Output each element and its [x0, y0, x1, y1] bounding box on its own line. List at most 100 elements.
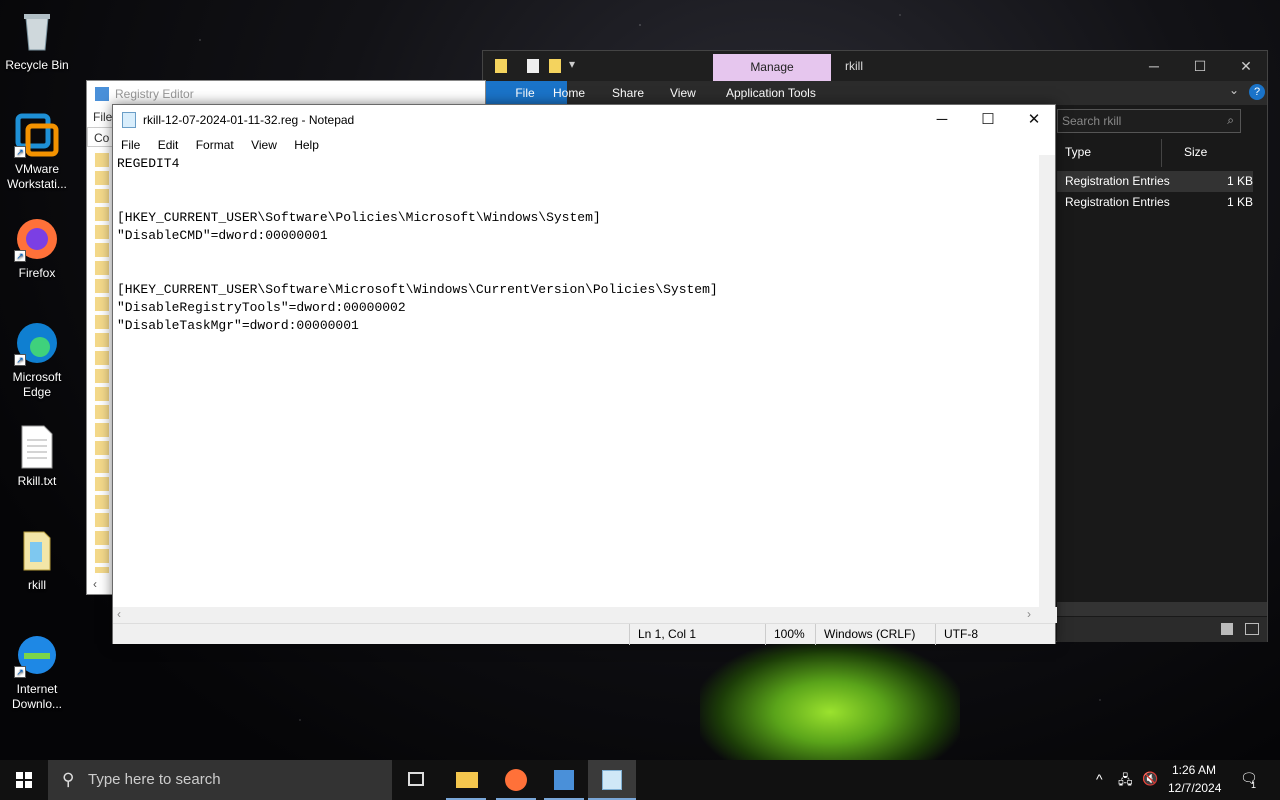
- registry-editor-icon: [95, 87, 109, 101]
- desktop-icon-rkill[interactable]: rkill: [4, 528, 70, 593]
- notepad-window[interactable]: rkill-12-07-2024-01-11-32.reg - Notepad …: [112, 104, 1057, 645]
- search-icon: ⚲: [62, 770, 75, 789]
- desktop-icon-vmware[interactable]: ↗ VMware Workstati...: [4, 112, 70, 192]
- file-row[interactable]: Registration Entries 1 KB: [1057, 192, 1253, 213]
- status-zoom: 100%: [765, 624, 815, 645]
- chevron-up-icon[interactable]: ^: [1096, 771, 1103, 787]
- internet-download-manager-icon: ↗: [14, 632, 60, 678]
- menu-help[interactable]: Help: [286, 135, 325, 155]
- explorer-titlebar: ▾ Manage rkill ─ ☐ ✕: [483, 51, 1267, 81]
- folder-icon: [456, 772, 478, 788]
- clock-time[interactable]: 1:26 AM: [1172, 763, 1216, 777]
- notepad-status-bar: Ln 1, Col 1 100% Windows (CRLF) UTF-8: [113, 623, 1055, 645]
- desktop-icon-label: Microsoft Edge: [12, 370, 62, 399]
- status-cursor-position: Ln 1, Col 1: [629, 624, 763, 645]
- scroll-left-icon[interactable]: ‹: [93, 577, 97, 591]
- desktop-icon-firefox[interactable]: ↗ Firefox: [4, 216, 70, 281]
- help-icon[interactable]: ?: [1249, 84, 1265, 100]
- firefox-icon: [505, 769, 527, 791]
- desktop-icon-rkill-txt[interactable]: Rkill.txt: [4, 424, 70, 489]
- notepad-icon: [122, 112, 136, 128]
- taskbar-notepad[interactable]: [588, 760, 636, 800]
- close-icon[interactable]: ✕: [1223, 51, 1269, 81]
- explorer-status-bar: [1057, 617, 1267, 642]
- taskbar-firefox[interactable]: [492, 760, 540, 800]
- status-encoding: UTF-8: [935, 624, 1053, 645]
- notepad-titlebar: rkill-12-07-2024-01-11-32.reg - Notepad …: [113, 105, 1055, 135]
- desktop-icon-label: Rkill.txt: [17, 474, 57, 488]
- clock-date[interactable]: 12/7/2024: [1168, 781, 1221, 795]
- shortcut-arrow-icon: ↗: [14, 250, 26, 262]
- wallpaper-tent-glow: [700, 640, 960, 760]
- menu-format[interactable]: Format: [188, 135, 240, 155]
- ribbon-tab-share[interactable]: Share: [612, 86, 644, 100]
- status-line-ending: Windows (CRLF): [815, 624, 935, 645]
- horizontal-scrollbar[interactable]: ‹ ›: [113, 607, 1057, 623]
- ribbon-tab-view[interactable]: View: [670, 86, 696, 100]
- notepad-menubar: File Edit Format View Help: [113, 135, 1055, 155]
- notepad-icon: [602, 770, 622, 790]
- shortcut-arrow-icon: ↗: [14, 354, 26, 366]
- windows-logo-icon: [16, 772, 32, 788]
- explorer-search-input[interactable]: Search rkill ⌕: [1057, 109, 1241, 133]
- menu-view[interactable]: View: [243, 135, 283, 155]
- desktop-icon-recycle-bin[interactable]: Recycle Bin: [4, 8, 70, 73]
- desktop-icon-label: Recycle Bin: [5, 58, 69, 72]
- ribbon-tab-application-tools[interactable]: Application Tools: [726, 86, 816, 100]
- vmware-icon: ↗: [14, 112, 60, 158]
- desktop-icon-label: VMware Workstati...: [7, 162, 67, 191]
- scroll-right-icon[interactable]: ›: [1027, 607, 1031, 621]
- explorer-title: rkill: [845, 59, 863, 73]
- taskbar: ⚲ Type here to search ^ 🖧 🔇 1:26 AM 12/7…: [0, 760, 1280, 800]
- network-icon[interactable]: 🖧: [1118, 771, 1133, 793]
- volume-muted-icon[interactable]: 🔇: [1142, 771, 1158, 787]
- desktop-icon-label: Firefox: [18, 266, 56, 280]
- minimize-icon[interactable]: ─: [919, 105, 965, 135]
- text-file-icon: [14, 424, 60, 470]
- column-size[interactable]: Size: [1184, 145, 1207, 159]
- maximize-icon[interactable]: ☐: [965, 105, 1011, 135]
- new-folder-icon[interactable]: [549, 59, 561, 73]
- column-type[interactable]: Type: [1065, 145, 1091, 159]
- start-button[interactable]: [0, 760, 48, 800]
- vertical-scrollbar[interactable]: [1039, 155, 1055, 607]
- menu-file[interactable]: File: [113, 135, 146, 155]
- desktop-icon-idm[interactable]: ↗ Internet Downlo...: [4, 632, 70, 712]
- folder-icon: [495, 59, 507, 73]
- taskbar-search-box[interactable]: ⚲ Type here to search: [48, 760, 392, 800]
- registry-editor-icon: [554, 770, 574, 790]
- edge-icon: ↗: [14, 320, 60, 366]
- recycle-bin-icon: [14, 8, 60, 54]
- close-icon[interactable]: ✕: [1011, 105, 1057, 135]
- task-view-icon: [408, 772, 424, 786]
- properties-icon[interactable]: [527, 59, 539, 73]
- details-view-icon[interactable]: [1221, 623, 1233, 635]
- explorer-horizontal-scrollbar[interactable]: [1057, 602, 1267, 616]
- notification-count-badge: 1: [1251, 780, 1257, 790]
- maximize-icon[interactable]: ☐: [1177, 51, 1223, 81]
- chevron-down-icon[interactable]: ▾: [569, 57, 575, 71]
- firefox-icon: ↗: [14, 216, 60, 262]
- chevron-down-icon[interactable]: ⌄: [1229, 83, 1239, 97]
- manage-tab[interactable]: Manage: [713, 54, 831, 81]
- large-icons-view-icon[interactable]: [1245, 623, 1259, 635]
- desktop-icon-label: rkill: [28, 578, 46, 592]
- task-view-button[interactable]: [392, 760, 440, 800]
- desktop-icon-edge[interactable]: ↗ Microsoft Edge: [4, 320, 70, 400]
- notepad-text-area[interactable]: REGEDIT4 [HKEY_CURRENT_USER\Software\Pol…: [113, 155, 1041, 607]
- taskbar-file-explorer[interactable]: [442, 760, 490, 800]
- desktop-icon-label: Internet Downlo...: [11, 682, 63, 711]
- notepad-title: rkill-12-07-2024-01-11-32.reg - Notepad: [143, 113, 355, 127]
- rkill-app-icon: [14, 528, 60, 574]
- search-icon: ⌕: [1227, 113, 1234, 127]
- file-row[interactable]: Registration Entries 1 KB: [1057, 171, 1253, 192]
- shortcut-arrow-icon: ↗: [14, 666, 26, 678]
- menu-edit[interactable]: Edit: [150, 135, 185, 155]
- ribbon-tab-home[interactable]: Home: [553, 86, 585, 100]
- minimize-icon[interactable]: ─: [1131, 51, 1177, 81]
- explorer-ribbon: File Home Share View Application Tools ⌄…: [483, 81, 1267, 105]
- taskbar-registry-editor[interactable]: [540, 760, 588, 800]
- column-divider[interactable]: [1161, 139, 1162, 167]
- scroll-left-icon[interactable]: ‹: [117, 607, 121, 621]
- registry-tree-folders[interactable]: [95, 153, 109, 573]
